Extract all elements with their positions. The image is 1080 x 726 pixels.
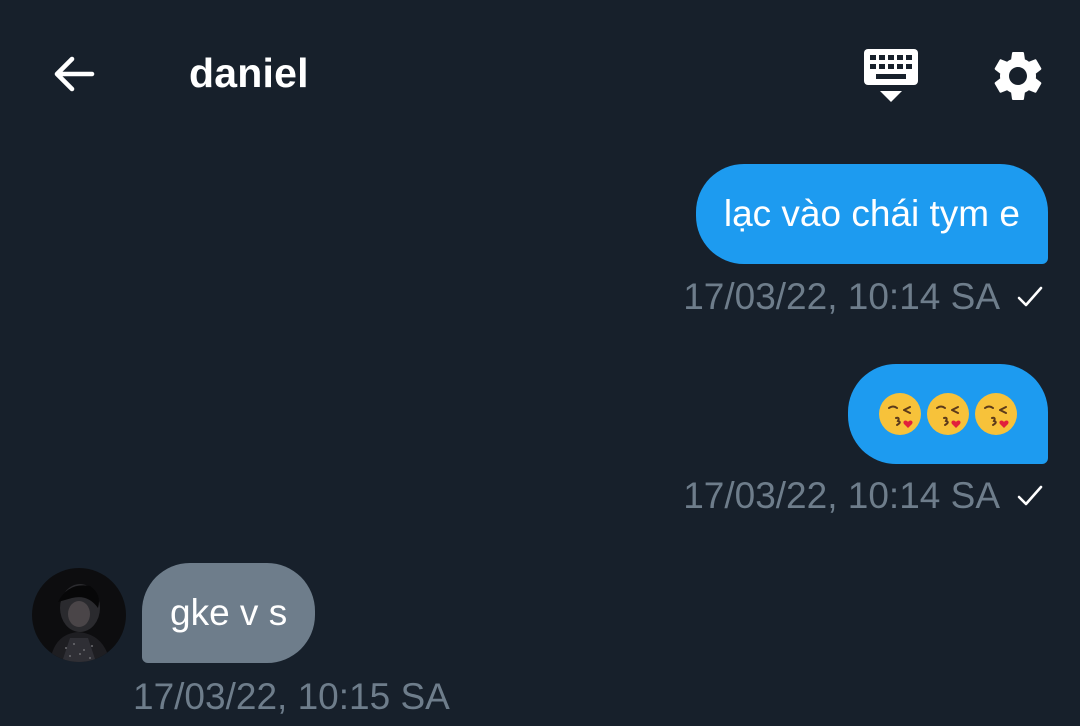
message-text: gke v s [170,592,288,633]
keyboard-toggle-button[interactable] [858,46,924,106]
chat-header: daniel [0,0,1080,146]
settings-button[interactable] [988,46,1048,106]
incoming-message-bubble[interactable]: gke v s [142,563,316,663]
avatar[interactable] [32,568,126,662]
message-timestamp: 17/03/22, 10:14 SA [683,475,1000,516]
check-icon [1014,480,1046,512]
outgoing-message-bubble[interactable]: lạc vào chái tym e [695,164,1048,264]
chat-screen: daniel lạc vào chái tym e 17/03/22, 10:1… [0,0,1080,726]
gear-icon [994,52,1042,100]
message-timestamp: 17/03/22, 10:15 SA [133,676,450,717]
message-meta: 17/03/22, 10:14 SA [683,276,1046,318]
check-icon [1014,281,1046,313]
conversation-title: daniel [189,50,309,96]
face-blowing-kiss-emoji [876,391,1020,437]
keyboard-hide-icon [864,49,918,102]
message-text: lạc vào chái tym e [723,193,1020,234]
back-button[interactable] [44,44,104,104]
arrow-left-icon [54,56,95,92]
outgoing-message-bubble[interactable] [848,364,1048,464]
message-timestamp: 17/03/22, 10:14 SA [683,276,1000,317]
message-meta: 17/03/22, 10:14 SA [683,475,1046,517]
message-meta: 17/03/22, 10:15 SA [133,676,450,718]
